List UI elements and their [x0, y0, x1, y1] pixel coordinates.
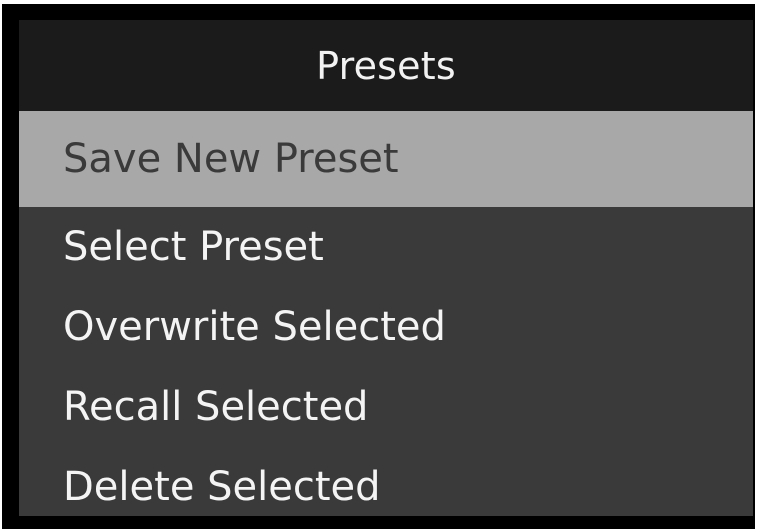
menu-item-label: Recall Selected [63, 384, 369, 430]
menu-item-label: Overwrite Selected [63, 304, 446, 350]
menu-item-recall-selected[interactable]: Recall Selected [19, 367, 753, 447]
menu-item-save-new-preset[interactable]: Save New Preset [19, 111, 753, 207]
menu-frame: Presets Save New Preset Select Preset Ov… [2, 4, 755, 529]
menu-item-delete-selected[interactable]: Delete Selected [19, 447, 753, 516]
menu-item-label: Save New Preset [63, 136, 399, 182]
presets-menu: Presets Save New Preset Select Preset Ov… [19, 20, 753, 516]
menu-item-overwrite-selected[interactable]: Overwrite Selected [19, 287, 753, 367]
menu-item-label: Delete Selected [63, 464, 381, 510]
menu-item-label: Select Preset [63, 224, 324, 270]
menu-header: Presets [19, 20, 753, 111]
menu-item-select-preset[interactable]: Select Preset [19, 207, 753, 287]
menu-title: Presets [316, 44, 456, 88]
